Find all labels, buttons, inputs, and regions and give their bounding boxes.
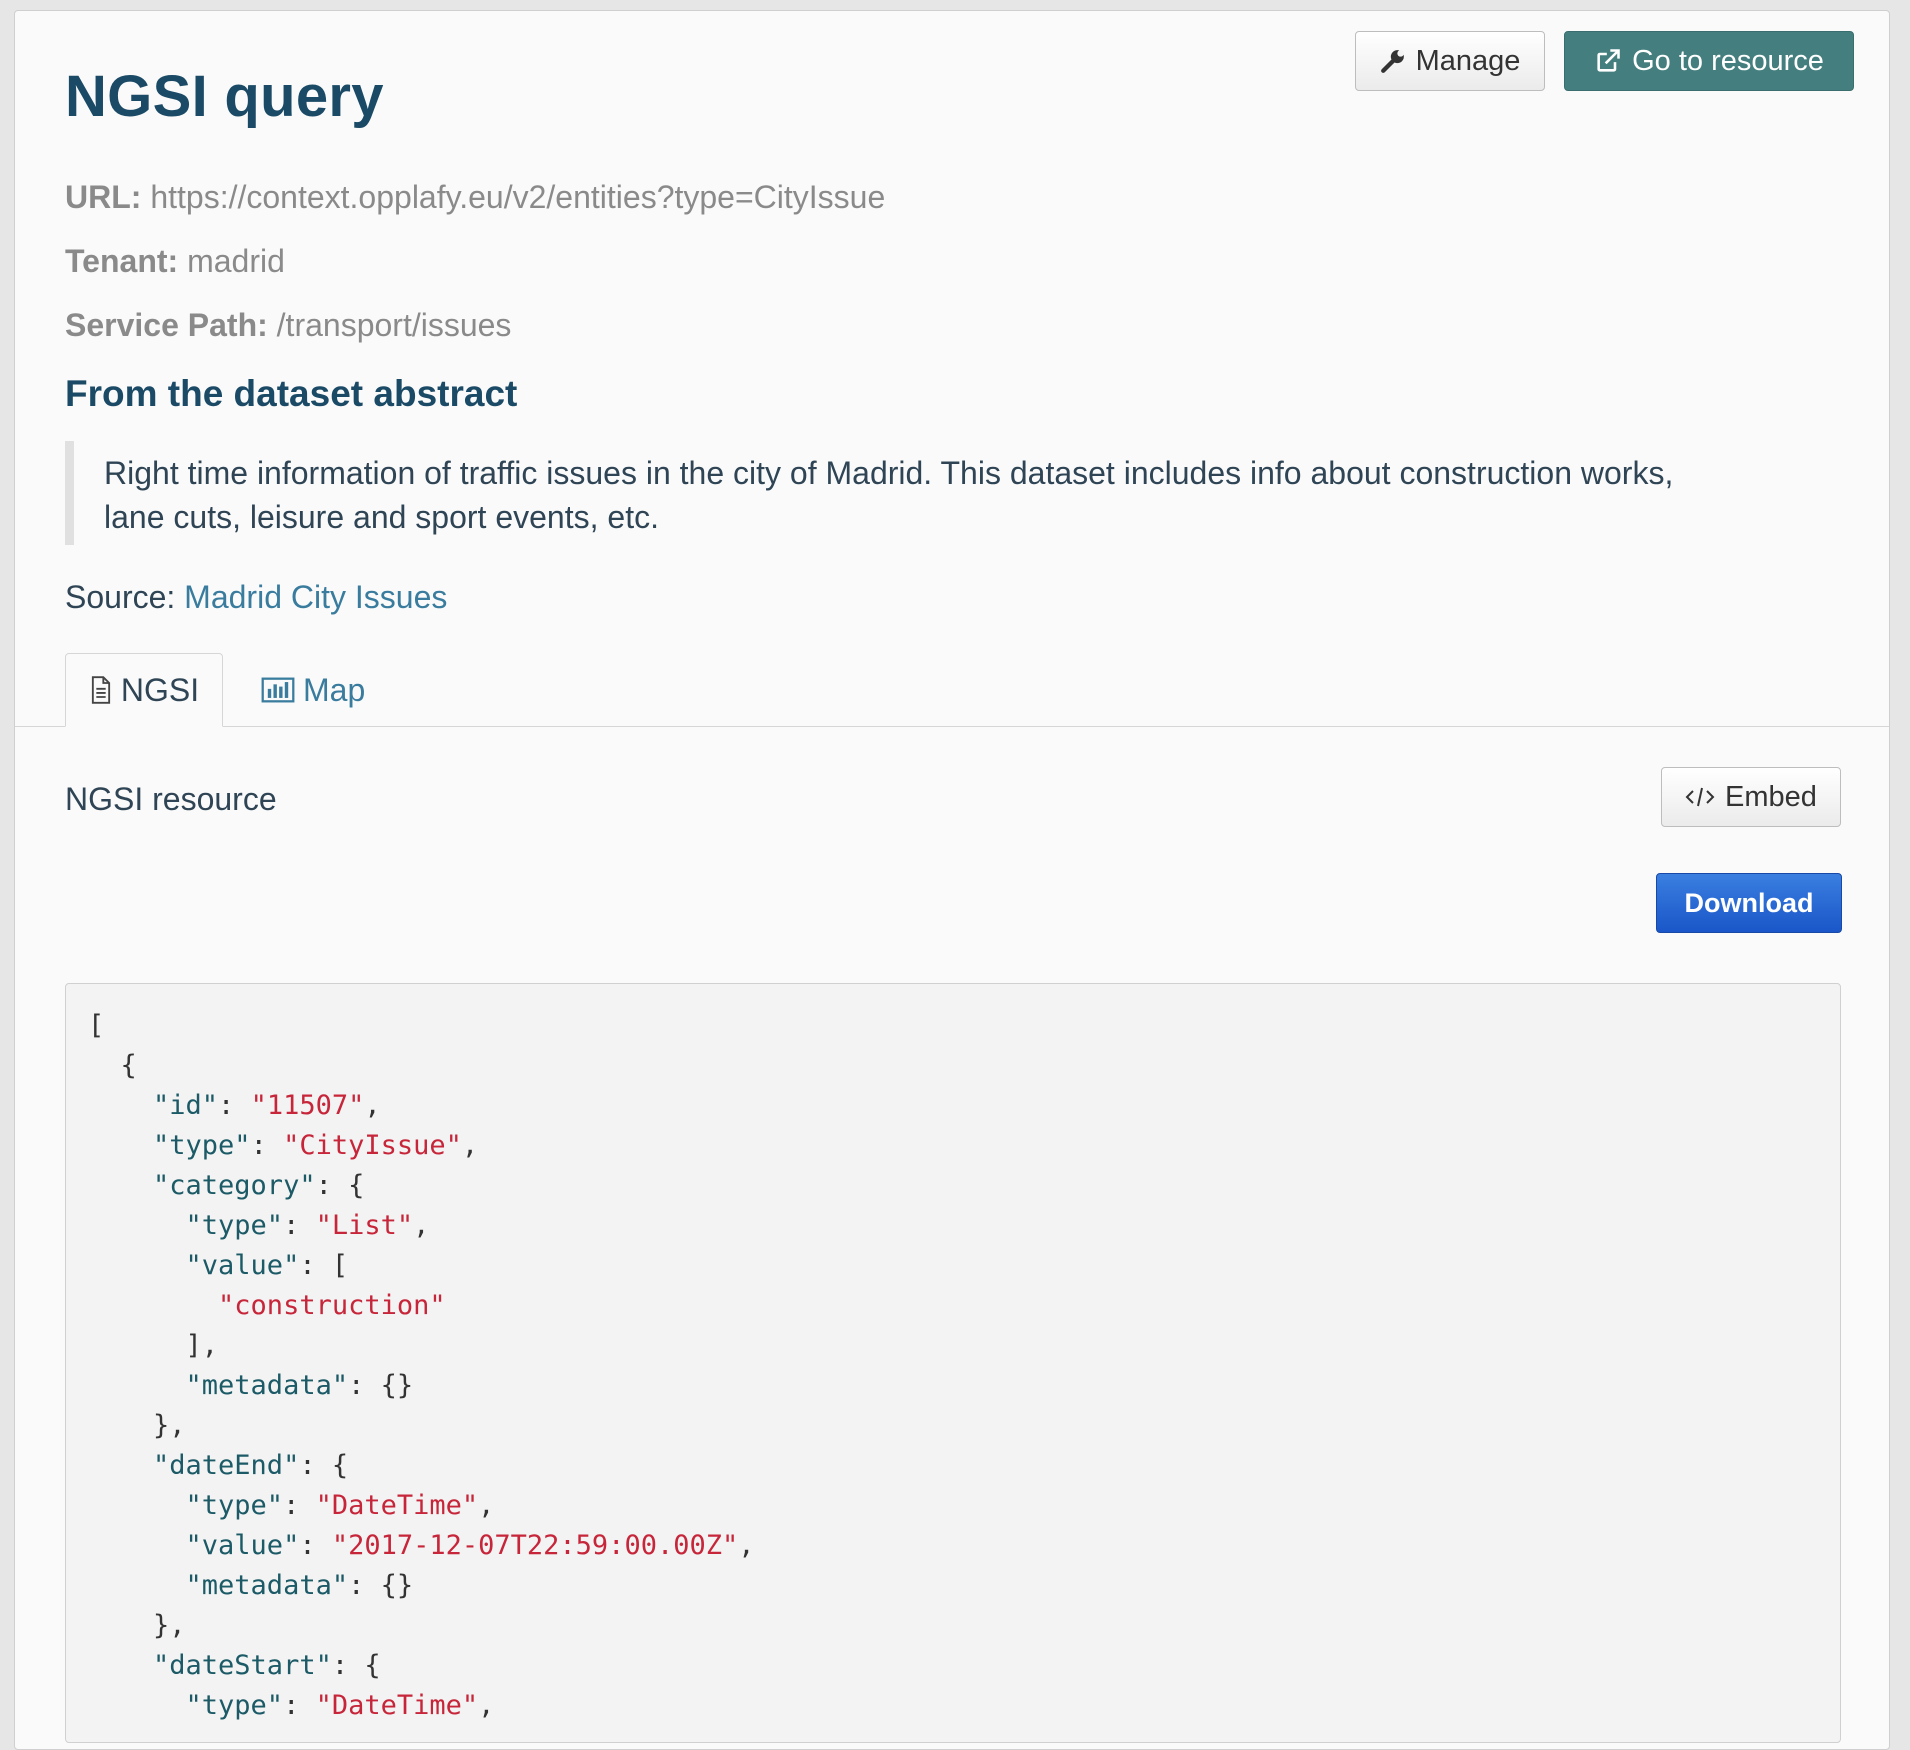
tenant-value: madrid <box>187 243 285 279</box>
json-key: "dateEnd" <box>88 1450 300 1481</box>
json-punctuation: : { <box>299 1450 349 1481</box>
wrench-icon <box>1380 48 1406 74</box>
json-code-block: [ { "id": "11507", "type": "CityIssue", … <box>65 983 1841 1743</box>
tab-ngsi[interactable]: NGSI <box>65 653 223 727</box>
code-line: "construction" <box>88 1286 1840 1326</box>
abstract-heading: From the dataset abstract <box>65 373 518 414</box>
json-string: "DateTime" <box>315 1690 479 1721</box>
json-punctuation: ], <box>88 1330 219 1361</box>
json-punctuation: , <box>413 1210 430 1241</box>
json-string: "11507" <box>250 1090 365 1121</box>
bar-chart-icon <box>261 676 295 704</box>
code-line: }, <box>88 1406 1840 1446</box>
url-value: https://context.opplafy.eu/v2/entities?t… <box>150 179 886 215</box>
json-key: "type" <box>88 1490 284 1521</box>
embed-button[interactable]: Embed <box>1661 767 1841 827</box>
json-punctuation: , <box>478 1690 495 1721</box>
json-punctuation: }, <box>88 1610 186 1641</box>
embed-label: Embed <box>1725 780 1817 813</box>
external-link-icon <box>1594 47 1622 75</box>
code-line: "dateEnd": { <box>88 1446 1840 1486</box>
go-to-resource-label: Go to resource <box>1632 44 1824 77</box>
json-punctuation: : <box>283 1490 316 1521</box>
code-line: "metadata": {} <box>88 1366 1840 1406</box>
json-key: "type" <box>88 1690 284 1721</box>
code-line: "type": "DateTime", <box>88 1686 1840 1726</box>
code-line: "value": [ <box>88 1246 1840 1286</box>
json-punctuation: : <box>299 1530 332 1561</box>
json-key: "type" <box>88 1210 284 1241</box>
manage-button[interactable]: Manage <box>1355 31 1545 91</box>
url-label: URL: <box>65 179 142 215</box>
abstract-quote: Right time information of traffic issues… <box>65 441 1805 545</box>
json-punctuation: , <box>364 1090 381 1121</box>
json-key: "type" <box>88 1130 251 1161</box>
code-line: [ <box>88 1006 1840 1046</box>
tenant-row: Tenant: madrid <box>65 243 285 280</box>
code-line: "type": "CityIssue", <box>88 1126 1840 1166</box>
json-string: "List" <box>315 1210 414 1241</box>
json-punctuation: : { <box>331 1650 381 1681</box>
tab-map[interactable]: Map <box>249 653 389 727</box>
tab-map-label: Map <box>303 671 366 708</box>
abstract-line-1: Right time information of traffic issues… <box>104 455 1674 491</box>
json-string: "2017-12-07T22:59:00.00Z" <box>331 1530 739 1561</box>
manage-label: Manage <box>1415 44 1521 77</box>
code-line: "type": "DateTime", <box>88 1486 1840 1526</box>
json-punctuation: : <box>283 1210 316 1241</box>
service-path-label: Service Path: <box>65 307 268 343</box>
source-link[interactable]: Madrid City Issues <box>184 579 447 615</box>
json-punctuation: [ <box>88 1010 105 1041</box>
json-punctuation: , <box>478 1490 495 1521</box>
json-punctuation: : {} <box>348 1370 414 1401</box>
json-key: "metadata" <box>88 1570 349 1601</box>
resource-label: NGSI resource <box>65 781 277 817</box>
json-key: "value" <box>88 1250 300 1281</box>
json-punctuation: { <box>88 1050 137 1081</box>
page-title: NGSI query <box>65 64 384 129</box>
json-punctuation: }, <box>88 1410 186 1441</box>
json-string: "CityIssue" <box>283 1130 462 1161</box>
service-path-row: Service Path: /transport/issues <box>65 307 511 344</box>
code-line: "id": "11507", <box>88 1086 1840 1126</box>
json-string: "construction" <box>88 1290 446 1321</box>
json-key: "metadata" <box>88 1370 349 1401</box>
tenant-label: Tenant: <box>65 243 179 279</box>
service-path-value: /transport/issues <box>276 307 512 343</box>
code-line: "category": { <box>88 1166 1840 1206</box>
json-punctuation: , <box>461 1130 479 1161</box>
source-label: Source: <box>65 579 176 615</box>
code-line: "dateStart": { <box>88 1646 1840 1686</box>
abstract-line-2: lane cuts, leisure and sport events, etc… <box>104 499 659 535</box>
source-row: Source: Madrid City Issues <box>65 579 447 616</box>
url-row: URL: https://context.opplafy.eu/v2/entit… <box>65 179 885 216</box>
json-punctuation: : [ <box>299 1250 349 1281</box>
json-punctuation: : <box>250 1130 284 1161</box>
resource-panel: NGSI query Manage Go to resource URL: ht… <box>14 10 1890 1750</box>
download-button[interactable]: Download <box>1656 873 1842 933</box>
go-to-resource-button[interactable]: Go to resource <box>1564 31 1854 91</box>
json-key: "id" <box>88 1090 219 1121</box>
json-punctuation: : <box>283 1690 316 1721</box>
json-punctuation: , <box>738 1530 755 1561</box>
json-punctuation: : { <box>315 1170 365 1201</box>
code-line: }, <box>88 1606 1840 1646</box>
json-key: "value" <box>88 1530 300 1561</box>
code-line: { <box>88 1046 1840 1086</box>
tab-ngsi-label: NGSI <box>120 671 200 708</box>
json-string: "DateTime" <box>315 1490 479 1521</box>
code-line: "value": "2017-12-07T22:59:00.00Z", <box>88 1526 1840 1566</box>
document-icon <box>89 676 113 704</box>
json-punctuation: : {} <box>348 1570 414 1601</box>
json-key: "category" <box>88 1170 316 1201</box>
code-line: "type": "List", <box>88 1206 1840 1246</box>
code-line: ], <box>88 1326 1840 1366</box>
code-icon <box>1685 784 1715 810</box>
json-key: "dateStart" <box>88 1650 332 1681</box>
code-line: "metadata": {} <box>88 1566 1840 1606</box>
json-punctuation: : <box>218 1090 251 1121</box>
